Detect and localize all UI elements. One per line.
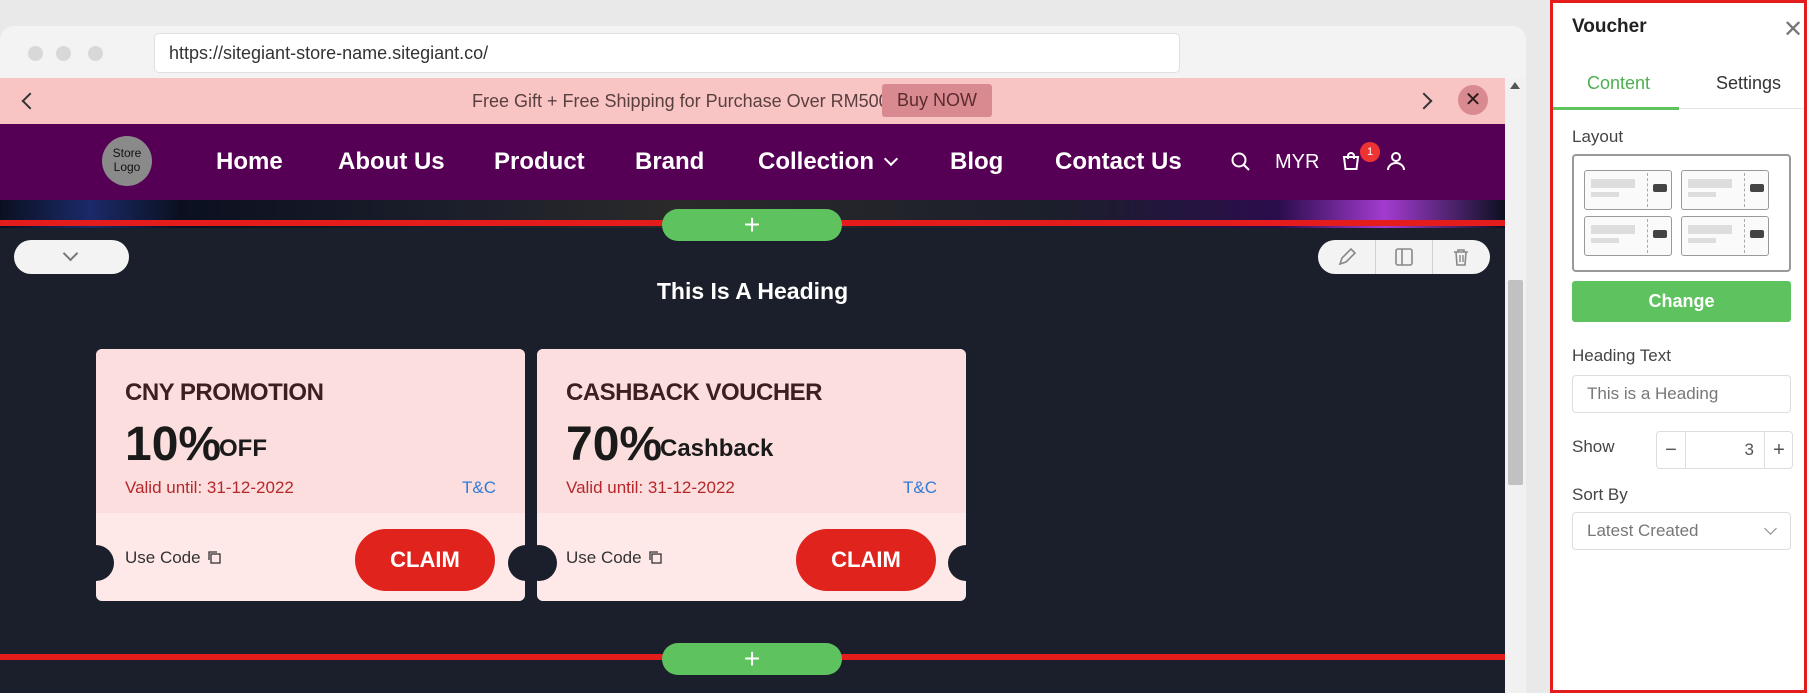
decrement-button[interactable]: − — [1657, 432, 1685, 468]
voucher-amount: 70% — [566, 418, 663, 471]
window-minimize-dot[interactable] — [56, 46, 71, 61]
chevron-down-icon — [62, 245, 79, 262]
announcement-bar: Free Gift + Free Shipping for Purchase O… — [0, 78, 1505, 124]
section-heading: This Is A Heading — [656, 278, 849, 304]
page-scrollbar[interactable] — [1505, 78, 1526, 693]
section-toolbar — [1318, 240, 1490, 274]
nav-item-brand[interactable]: Brand — [635, 124, 704, 200]
nav-item-about-us[interactable]: About Us — [338, 124, 445, 200]
voucher-amount: 10% — [125, 418, 222, 471]
nav-item-home[interactable]: Home — [216, 124, 283, 200]
cart-icon[interactable] — [1340, 150, 1362, 172]
main-nav: Store Logo Home About Us Product Brand C… — [0, 124, 1505, 200]
add-section-button-top[interactable]: + — [662, 209, 842, 241]
voucher-validity: Valid until: 31-12-2022 — [125, 478, 294, 497]
address-bar[interactable]: https://sitegiant-store-name.sitegiant.c… — [154, 33, 1180, 73]
section-collapse-toggle[interactable] — [14, 240, 129, 274]
increment-button[interactable]: + — [1765, 432, 1793, 468]
active-tab-indicator — [1553, 107, 1679, 110]
window-maximize-dot[interactable] — [88, 46, 103, 61]
show-label: Show — [1572, 437, 1615, 456]
announcement-text: Free Gift + Free Shipping for Purchase O… — [472, 91, 889, 111]
voucher-card: CASHBACK VOUCHER 70% Cashback Valid unti… — [537, 349, 966, 601]
copy-icon[interactable] — [206, 549, 222, 565]
nav-item-blog[interactable]: Blog — [950, 124, 1003, 200]
voucher-notch — [948, 545, 984, 581]
copy-icon[interactable] — [647, 549, 663, 565]
change-layout-button[interactable]: Change — [1572, 281, 1791, 322]
site-preview: Free Gift + Free Shipping for Purchase O… — [0, 78, 1505, 693]
sort-by-value: Latest Created — [1587, 521, 1699, 540]
trash-icon[interactable] — [1432, 240, 1489, 274]
show-count-stepper: − 3 + — [1656, 431, 1793, 469]
panel-title: Voucher — [1572, 16, 1647, 37]
nav-item-collection[interactable]: Collection — [758, 124, 874, 200]
layout-label: Layout — [1572, 127, 1624, 146]
page: https://sitegiant-store-name.sitegiant.c… — [0, 0, 1807, 693]
layout-thumb — [1584, 216, 1672, 256]
voucher-use-code: Use Code — [125, 548, 201, 567]
voucher-validity: Valid until: 31-12-2022 — [566, 478, 735, 497]
claim-button[interactable]: CLAIM — [796, 529, 936, 591]
voucher-notch — [78, 545, 114, 581]
nav-item-product[interactable]: Product — [494, 124, 585, 200]
layout-preview[interactable] — [1572, 154, 1791, 272]
add-section-button-bottom[interactable]: + — [662, 643, 842, 675]
tab-settings[interactable]: Settings — [1716, 73, 1781, 94]
layout-thumb — [1584, 170, 1672, 210]
voucher-unit: Cashback — [660, 435, 774, 462]
claim-button[interactable]: CLAIM — [355, 529, 495, 591]
close-icon[interactable]: ✕ — [1783, 15, 1803, 44]
buy-now-button[interactable]: Buy NOW — [882, 84, 993, 117]
layout-thumb — [1681, 216, 1769, 256]
store-logo[interactable]: Store Logo — [102, 136, 152, 186]
voucher-tc-link[interactable]: T&C — [903, 478, 937, 498]
search-icon[interactable] — [1230, 151, 1252, 173]
voucher-card: CNY PROMOTION 10% OFF Valid until: 31-12… — [96, 349, 525, 601]
announce-close-icon[interactable]: ✕ — [1458, 85, 1488, 115]
browser-window: https://sitegiant-store-name.sitegiant.c… — [0, 26, 1526, 693]
currency-selector[interactable]: MYR — [1275, 124, 1319, 200]
tab-content[interactable]: Content — [1587, 73, 1650, 94]
sort-by-select[interactable]: Latest Created — [1572, 512, 1791, 550]
scroll-up-icon[interactable] — [1510, 82, 1520, 89]
edit-icon[interactable] — [1318, 240, 1375, 274]
cart-count-badge: 1 — [1360, 142, 1380, 162]
nav-item-contact-us[interactable]: Contact Us — [1055, 124, 1182, 200]
browser-chrome: https://sitegiant-store-name.sitegiant.c… — [0, 26, 1526, 78]
announce-prev-icon[interactable] — [21, 92, 39, 110]
show-count-value[interactable]: 3 — [1685, 432, 1765, 468]
user-icon[interactable] — [1385, 150, 1407, 172]
heading-text-input[interactable] — [1572, 375, 1791, 413]
voucher-unit: OFF — [219, 435, 267, 462]
voucher-use-code: Use Code — [566, 548, 642, 567]
layout-icon[interactable] — [1375, 240, 1432, 274]
heading-text-label: Heading Text — [1572, 346, 1671, 365]
chevron-down-icon — [1764, 522, 1777, 535]
voucher-title: CNY PROMOTION — [125, 379, 324, 406]
scroll-thumb[interactable] — [1508, 280, 1523, 485]
voucher-title: CASHBACK VOUCHER — [566, 379, 823, 406]
announce-next-icon[interactable] — [1415, 92, 1433, 110]
sort-by-label: Sort By — [1572, 485, 1628, 504]
collection-chevron-icon[interactable] — [883, 151, 899, 167]
window-close-dot[interactable] — [28, 46, 43, 61]
voucher-notch — [521, 545, 557, 581]
layout-thumb — [1681, 170, 1769, 210]
voucher-tc-link[interactable]: T&C — [462, 478, 496, 498]
voucher-settings-panel: Voucher ✕ Content Settings Layout Change… — [1550, 0, 1807, 693]
